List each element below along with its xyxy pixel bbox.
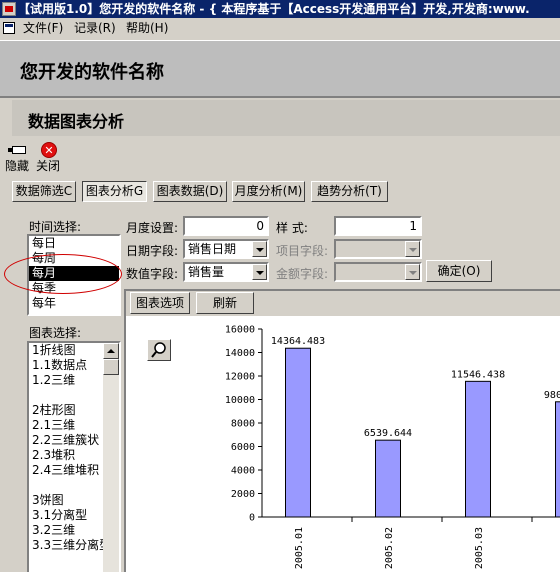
chart-bar bbox=[555, 401, 560, 518]
highlight-ellipse bbox=[4, 254, 122, 294]
bar-data-label: 9804.596 bbox=[544, 390, 560, 401]
y-tick-label: 0 bbox=[249, 513, 255, 524]
date-field-label: 日期字段: bbox=[126, 244, 179, 258]
bar-data-label: 11546.438 bbox=[451, 369, 505, 380]
y-tick-label: 2000 bbox=[231, 489, 255, 500]
chart-list-scrollbar[interactable] bbox=[103, 343, 119, 572]
style-label: 样 式: bbox=[276, 221, 308, 235]
dropdown-arrow-icon[interactable] bbox=[252, 241, 267, 257]
menu-file[interactable]: 文件(F) bbox=[19, 18, 67, 38]
chart-options-button[interactable]: 图表选项 bbox=[130, 292, 190, 314]
x-tick-label: 2005.01 bbox=[294, 527, 305, 569]
month-setting-label: 月度设置: bbox=[126, 221, 179, 235]
sales-bar-chart: 0 2000 4000 6000 8000 10000 12000 14000 16000 143… bbox=[225, 325, 560, 569]
form-title: 数据图表分析 bbox=[28, 112, 125, 131]
value-field-value: 销售量 bbox=[188, 265, 225, 279]
chart-bar bbox=[285, 347, 311, 518]
bar-data-label: 14364.483 bbox=[271, 336, 325, 347]
app-name: 您开发的软件名称 bbox=[20, 62, 164, 83]
x-tick-label: 2005.02 bbox=[384, 527, 395, 569]
dropdown-arrow-icon bbox=[405, 241, 420, 257]
scroll-thumb[interactable] bbox=[103, 359, 119, 375]
item-field-select bbox=[334, 239, 422, 259]
menu-bar: 文件(F) 记录(R) 帮助(H) bbox=[0, 18, 560, 38]
hide-icon[interactable] bbox=[8, 146, 26, 154]
tab-monthly-analysis[interactable]: 月度分析(M) bbox=[232, 181, 305, 202]
tab-trend-analysis[interactable]: 趋势分析(T) bbox=[311, 181, 388, 202]
form-icon[interactable] bbox=[3, 22, 15, 34]
date-field-value: 销售日期 bbox=[188, 242, 237, 256]
header-divider bbox=[0, 96, 560, 98]
chart-bar bbox=[375, 439, 401, 518]
tab-chart-analysis[interactable]: 图表分析G bbox=[82, 181, 147, 202]
app-icon bbox=[2, 2, 16, 16]
y-tick-label: 12000 bbox=[225, 372, 255, 383]
refresh-button[interactable]: 刷新 bbox=[196, 292, 254, 314]
y-tick-label: 10000 bbox=[225, 395, 255, 406]
value-field-select[interactable]: 销售量 bbox=[183, 262, 269, 282]
bar-data-label: 6539.644 bbox=[364, 428, 412, 439]
menu-help[interactable]: 帮助(H) bbox=[122, 18, 172, 38]
window-title: 【试用版1.0】您开发的软件名称 - { 本程序基于【Access开发通用平台】… bbox=[18, 2, 530, 16]
y-tick-label: 8000 bbox=[231, 419, 255, 430]
confirm-button[interactable]: 确定(O) bbox=[426, 260, 492, 282]
dropdown-arrow-icon[interactable] bbox=[252, 264, 267, 280]
y-tick-label: 4000 bbox=[231, 466, 255, 477]
app-header: 您开发的软件名称 bbox=[0, 40, 560, 98]
close-button-label[interactable]: 关闭 bbox=[36, 157, 60, 174]
x-tick-label: 2005.03 bbox=[474, 527, 485, 569]
amount-field-select bbox=[334, 262, 422, 282]
y-tick-label: 16000 bbox=[225, 325, 255, 336]
month-setting-input[interactable]: 0 bbox=[183, 216, 269, 236]
form-header: 数据图表分析 bbox=[0, 100, 560, 140]
tab-chart-data[interactable]: 图表数据(D) bbox=[153, 181, 227, 202]
time-option-yearly[interactable]: 每年 bbox=[29, 296, 119, 311]
value-field-label: 数值字段: bbox=[126, 267, 179, 281]
y-tick-label: 6000 bbox=[231, 442, 255, 453]
chart-bar bbox=[465, 380, 491, 518]
dropdown-arrow-icon bbox=[405, 264, 420, 280]
scroll-up-arrow-icon[interactable] bbox=[103, 343, 119, 359]
item-field-label: 项目字段: bbox=[276, 244, 329, 258]
time-selection-label: 时间选择: bbox=[29, 220, 82, 234]
close-icon[interactable]: ✕ bbox=[41, 142, 57, 158]
menu-record[interactable]: 记录(R) bbox=[70, 18, 120, 38]
tab-data-filter[interactable]: 数据筛选C bbox=[12, 181, 76, 202]
style-input[interactable]: 1 bbox=[334, 216, 422, 236]
y-tick-label: 14000 bbox=[225, 348, 255, 359]
date-field-select[interactable]: 销售日期 bbox=[183, 239, 269, 259]
amount-field-label: 金额字段: bbox=[276, 267, 329, 281]
time-option-daily[interactable]: 每日 bbox=[29, 236, 119, 251]
title-bar: 【试用版1.0】您开发的软件名称 - { 本程序基于【Access开发通用平台】… bbox=[0, 0, 560, 18]
hide-button-label[interactable]: 隐藏 bbox=[5, 157, 29, 174]
chart-selection-label: 图表选择: bbox=[29, 326, 82, 340]
